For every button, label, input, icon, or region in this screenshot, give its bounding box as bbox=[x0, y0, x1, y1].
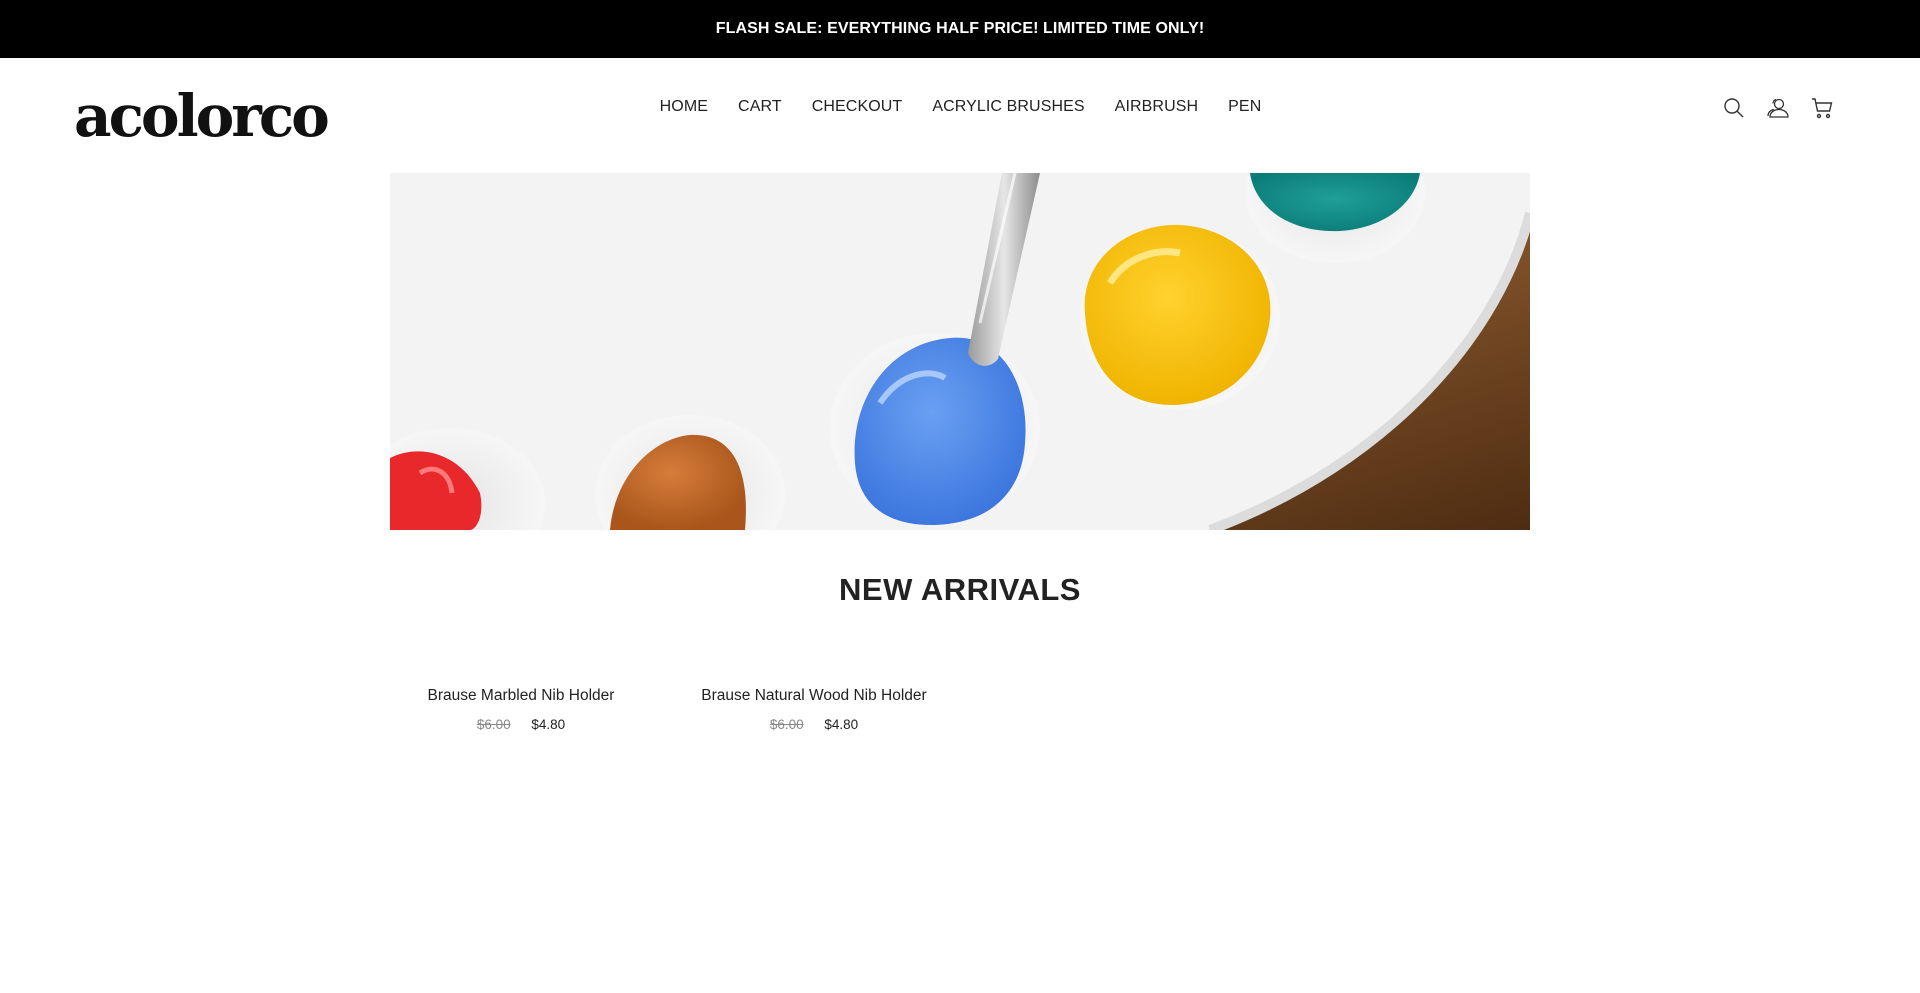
product-name[interactable]: Brause Marbled Nib Holder bbox=[390, 687, 652, 705]
product-card[interactable]: Brause Marbled Nib Holder $6.00 $4.80 bbox=[390, 687, 652, 732]
product-price: $4.80 bbox=[531, 717, 566, 732]
announcement-bar: FLASH SALE: EVERYTHING HALF PRICE! LIMIT… bbox=[0, 0, 1920, 58]
hero-banner-image bbox=[390, 173, 1530, 530]
nav-item-home[interactable]: HOME bbox=[660, 98, 708, 116]
product-old-price: $6.00 bbox=[769, 717, 804, 732]
nav-item-acrylic-brushes[interactable]: ACRYLIC BRUSHES bbox=[932, 98, 1084, 116]
site-header: acolorco HOME CART CHECKOUT ACRYLIC BRUS… bbox=[0, 58, 1920, 173]
product-prices: $6.00 $4.80 bbox=[390, 717, 652, 732]
account-icon[interactable] bbox=[1766, 96, 1790, 120]
section-title: NEW ARRIVALS bbox=[839, 572, 1081, 607]
nav-item-checkout[interactable]: CHECKOUT bbox=[812, 98, 903, 116]
announcement-text: FLASH SALE: EVERYTHING HALF PRICE! LIMIT… bbox=[715, 20, 1205, 37]
product-name[interactable]: Brause Natural Wood Nib Holder bbox=[683, 687, 945, 705]
search-icon[interactable] bbox=[1722, 96, 1746, 120]
product-list: Brause Marbled Nib Holder $6.00 $4.80 Br… bbox=[390, 687, 945, 732]
header-icons bbox=[1722, 96, 1834, 120]
cart-icon[interactable] bbox=[1810, 96, 1834, 120]
product-old-price: $6.00 bbox=[476, 717, 511, 732]
product-prices: $6.00 $4.80 bbox=[683, 717, 945, 732]
paint-palette-illustration bbox=[390, 173, 1530, 530]
main-nav: HOME CART CHECKOUT ACRYLIC BRUSHES AIRBR… bbox=[0, 98, 1920, 116]
product-price: $4.80 bbox=[824, 717, 859, 732]
nav-item-cart[interactable]: CART bbox=[738, 98, 782, 116]
product-card[interactable]: Brause Natural Wood Nib Holder $6.00 $4.… bbox=[683, 687, 945, 732]
site-logo[interactable]: acolorco bbox=[74, 84, 330, 148]
nav-item-pen[interactable]: PEN bbox=[1228, 98, 1261, 116]
nav-item-airbrush[interactable]: AIRBRUSH bbox=[1115, 98, 1198, 116]
